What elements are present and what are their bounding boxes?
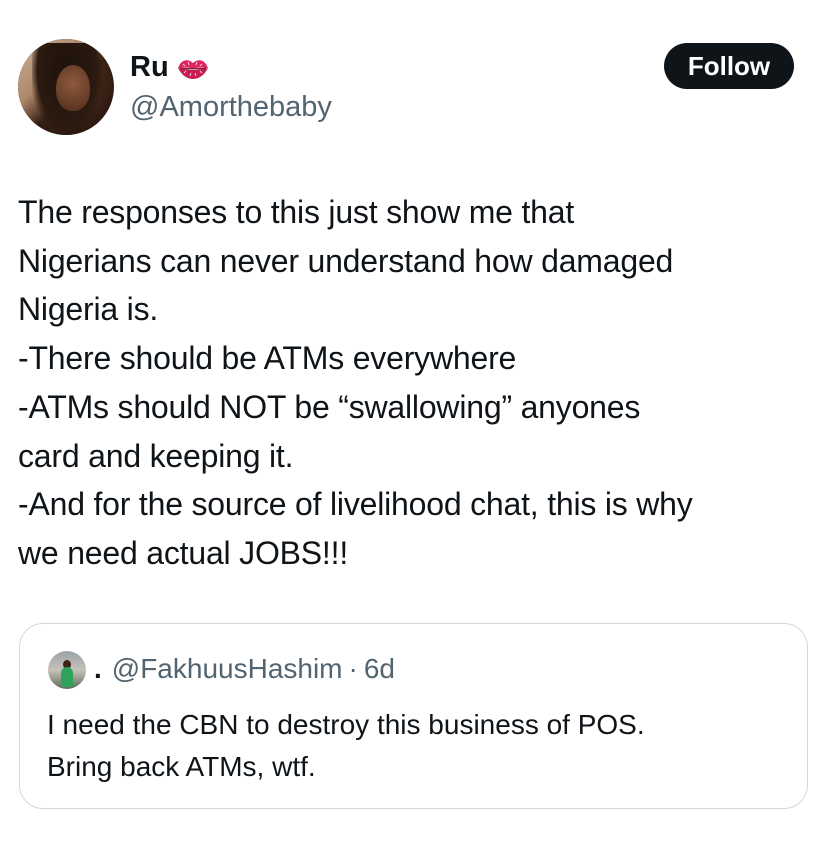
author-handle[interactable]: @Amorthebaby — [130, 89, 332, 125]
kiss-mark-icon — [175, 54, 211, 80]
quoted-tweet-meta: . @FakhuusHashim · 6d — [94, 652, 395, 686]
meta-separator: · — [348, 653, 358, 684]
quoted-author-avatar[interactable] — [48, 651, 86, 689]
author-display-name[interactable]: Ru — [130, 49, 211, 85]
quoted-author-handle[interactable]: @FakhuusHashim — [112, 652, 343, 686]
quoted-author-name[interactable]: . — [94, 652, 102, 686]
follow-button[interactable]: Follow — [664, 43, 794, 89]
tweet-header: Ru @Amorthebaby Follow — [0, 0, 828, 150]
avatar-face — [56, 65, 90, 111]
author-avatar[interactable] — [18, 39, 114, 135]
author-name-text: Ru — [130, 51, 169, 83]
quoted-tweet-time[interactable]: 6d — [364, 652, 395, 686]
tweet-text: The responses to this just show me that … — [18, 194, 693, 571]
quoted-tweet-card[interactable]: . @FakhuusHashim · 6d I need the CBN to … — [19, 623, 808, 809]
quoted-avatar-figure — [61, 667, 73, 687]
quoted-tweet-text: I need the CBN to destroy this business … — [47, 709, 645, 782]
